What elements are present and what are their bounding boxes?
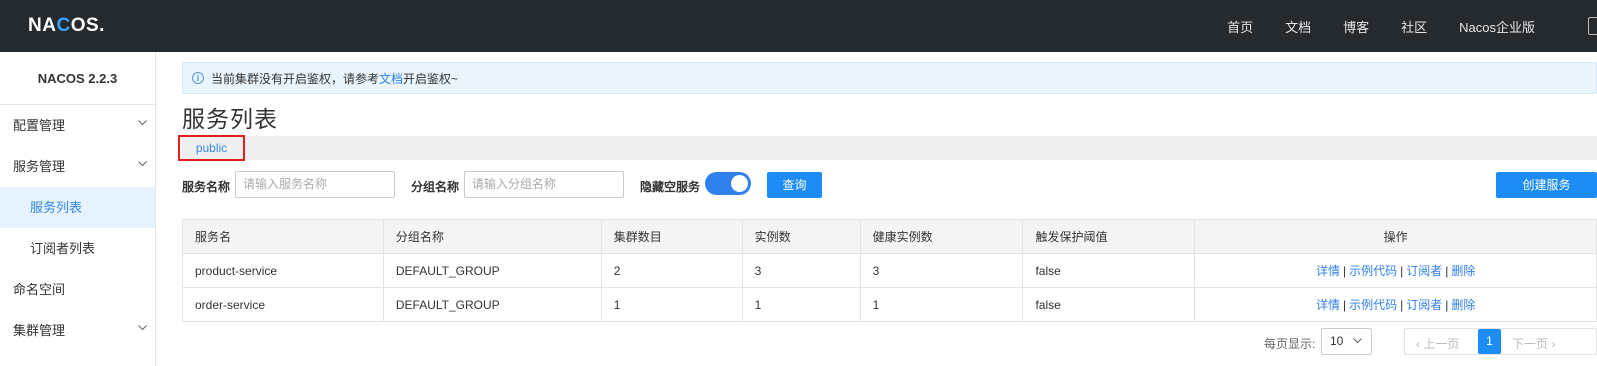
- instance-count-cell: 1: [742, 287, 861, 322]
- logo-text-a: NA: [28, 15, 57, 36]
- nav-blog-link[interactable]: 博客: [1343, 17, 1369, 36]
- detail-link[interactable]: 详情: [1316, 264, 1340, 278]
- delete-link[interactable]: 删除: [1451, 264, 1475, 278]
- table-row: product-service DEFAULT_GROUP 2 3 3 fals…: [182, 253, 1597, 288]
- chevron-up-icon: [138, 161, 147, 169]
- service-name-cell: product-service: [182, 253, 384, 288]
- sidebar-item-namespace[interactable]: 命名空间: [0, 269, 155, 310]
- protect-threshold-cell: false: [1022, 253, 1196, 288]
- nav-community-link[interactable]: 社区: [1401, 17, 1427, 36]
- column-header: 服务名: [182, 219, 384, 254]
- sidebar-item-label: 服务列表: [30, 200, 83, 215]
- nav-home-link[interactable]: 首页: [1227, 17, 1253, 36]
- operations-cell: 详情 | 示例代码 | 订阅者 | 删除: [1194, 253, 1597, 288]
- top-navbar: NA C OS. 首页 文档 博客 社区 Nacos企业版: [0, 0, 1597, 52]
- namespace-tab-public[interactable]: public: [178, 135, 245, 161]
- sidebar-item-service-list[interactable]: 服务列表: [0, 187, 155, 228]
- sidebar-item-label: 集群管理: [13, 323, 66, 338]
- nacos-logo[interactable]: NA C OS.: [28, 13, 105, 39]
- sidebar-item-subscriber-list[interactable]: 订阅者列表: [0, 228, 155, 269]
- sidebar-item-label: 服务管理: [13, 159, 66, 174]
- sidebar-item-label: 配置管理: [13, 118, 66, 133]
- language-switch-button[interactable]: [1588, 17, 1597, 35]
- operations-cell: 详情 | 示例代码 | 订阅者 | 删除: [1194, 287, 1597, 322]
- prev-page-label: 上一页: [1423, 337, 1460, 351]
- next-page-label: 下一页: [1512, 337, 1549, 351]
- group-name-input[interactable]: 请输入分组名称: [464, 171, 624, 198]
- create-service-button[interactable]: 创建服务: [1496, 172, 1597, 198]
- notice-text: 当前集群没有开启鉴权，请参考: [211, 71, 380, 86]
- chevron-down-icon: [138, 325, 147, 333]
- notice-text-tail: 开启鉴权~: [403, 71, 459, 86]
- info-icon: i: [192, 72, 204, 84]
- separator: |: [1400, 298, 1404, 312]
- sample-code-link[interactable]: 示例代码: [1349, 298, 1397, 312]
- subscribers-link[interactable]: 订阅者: [1406, 264, 1442, 278]
- prev-page-button[interactable]: ‹ 上一页: [1416, 335, 1459, 352]
- chevron-down-icon: [138, 120, 147, 128]
- toggle-knob: [731, 175, 748, 192]
- per-page-label: 每页显示:: [1264, 337, 1316, 351]
- column-header: 集群数目: [601, 219, 743, 254]
- service-name-label: 服务名称: [182, 180, 231, 194]
- separator: |: [1445, 298, 1449, 312]
- group-name-cell: DEFAULT_GROUP: [383, 287, 602, 322]
- next-page-button[interactable]: 下一页 ›: [1512, 335, 1555, 352]
- hide-empty-toggle[interactable]: [705, 172, 751, 195]
- version-label: NACOS 2.2.3: [0, 52, 155, 105]
- sidebar-item-label: 命名空间: [13, 282, 66, 297]
- sidebar-item-config-management[interactable]: 配置管理: [0, 105, 155, 146]
- separator: |: [1445, 264, 1449, 278]
- column-header: 健康实例数: [860, 219, 1024, 254]
- delete-link[interactable]: 删除: [1451, 298, 1475, 312]
- instance-count-cell: 3: [742, 253, 861, 288]
- nav-docs-link[interactable]: 文档: [1285, 17, 1311, 36]
- page-size-value: 10: [1330, 334, 1344, 348]
- column-header: 触发保护阈值: [1022, 219, 1196, 254]
- nav-enterprise-link[interactable]: Nacos企业版: [1459, 17, 1535, 36]
- namespace-bar: [182, 136, 1597, 160]
- logo-text-c: C: [56, 15, 71, 36]
- notice-docs-link[interactable]: 文档: [379, 70, 403, 87]
- sidebar-item-service-management[interactable]: 服务管理: [0, 146, 155, 187]
- sidebar-item-label: 订阅者列表: [30, 241, 96, 256]
- separator: |: [1400, 264, 1404, 278]
- top-nav-links: 首页 文档 博客 社区 Nacos企业版: [1195, 0, 1535, 52]
- healthy-instance-cell: 1: [860, 287, 1024, 322]
- hide-empty-label: 隐藏空服务: [640, 180, 701, 194]
- separator: |: [1342, 264, 1347, 278]
- sidebar: NACOS 2.2.3 配置管理 服务管理 服务列表 订阅者列表 命名空间 集群…: [0, 52, 156, 366]
- service-table: 服务名 分组名称 集群数目 实例数 健康实例数 触发保护阈值 操作 produc…: [182, 219, 1597, 322]
- column-header: 实例数: [742, 219, 861, 254]
- group-name-cell: DEFAULT_GROUP: [383, 253, 602, 288]
- auth-notice-banner: i 当前集群没有开启鉴权，请参考 文档 开启鉴权~: [182, 62, 1597, 94]
- query-button[interactable]: 查询: [767, 172, 822, 198]
- service-name-cell: order-service: [182, 287, 384, 322]
- healthy-instance-cell: 3: [860, 253, 1024, 288]
- table-row: order-service DEFAULT_GROUP 1 1 1 false …: [182, 287, 1597, 322]
- current-page-button[interactable]: 1: [1478, 329, 1501, 354]
- separator: |: [1342, 298, 1347, 312]
- column-header: 操作: [1194, 219, 1597, 254]
- chevron-down-icon: [1353, 338, 1362, 344]
- table-header-row: 服务名 分组名称 集群数目 实例数 健康实例数 触发保护阈值 操作: [182, 219, 1597, 254]
- chevron-right-icon: ›: [1548, 337, 1556, 351]
- detail-link[interactable]: 详情: [1316, 298, 1340, 312]
- cluster-count-cell: 2: [601, 253, 743, 288]
- page-size-select[interactable]: 10: [1321, 328, 1372, 355]
- sidebar-item-cluster-management[interactable]: 集群管理: [0, 310, 155, 351]
- group-name-label: 分组名称: [411, 180, 460, 194]
- sample-code-link[interactable]: 示例代码: [1349, 264, 1397, 278]
- service-name-input[interactable]: 请输入服务名称: [235, 171, 395, 198]
- page-title: 服务列表: [182, 106, 278, 132]
- cluster-count-cell: 1: [601, 287, 743, 322]
- subscribers-link[interactable]: 订阅者: [1406, 298, 1442, 312]
- logo-text-b: OS.: [70, 15, 105, 36]
- column-header: 分组名称: [383, 219, 602, 254]
- protect-threshold-cell: false: [1022, 287, 1196, 322]
